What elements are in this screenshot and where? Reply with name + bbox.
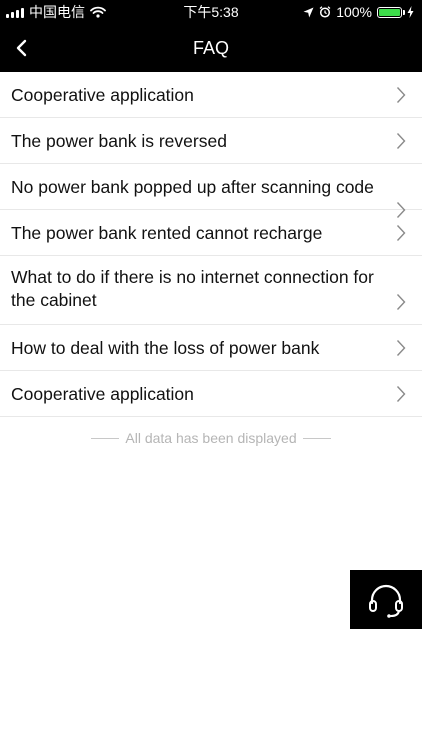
faq-item-label: No power bank popped up after scanning c… (11, 177, 374, 197)
faq-item[interactable]: No power bank popped up after scanning c… (0, 164, 422, 218)
faq-list: Cooperative application The power bank i… (0, 72, 422, 417)
faq-item-label: Cooperative application (11, 85, 194, 105)
chevron-right-icon (396, 340, 406, 356)
status-right: 100% (303, 0, 414, 24)
faq-item[interactable]: Cooperative application (0, 72, 422, 118)
faq-item[interactable]: The power bank is reversed (0, 118, 422, 164)
faq-item[interactable]: Cooperative application (0, 371, 422, 417)
faq-item-label: The power bank rented cannot recharge (11, 223, 323, 243)
headset-icon (369, 584, 403, 618)
chevron-right-icon (396, 294, 406, 310)
chevron-right-icon (396, 386, 406, 402)
divider-line (91, 437, 120, 439)
faq-item-label: The power bank is reversed (11, 131, 227, 151)
charging-bolt-icon (407, 6, 414, 18)
navigation-bar: FAQ (0, 24, 422, 72)
battery-percent: 100% (336, 4, 372, 20)
chevron-right-icon (396, 87, 406, 103)
faq-item-label: How to deal with the loss of power bank (11, 338, 320, 358)
faq-item[interactable]: How to deal with the loss of power bank (0, 325, 422, 371)
chevron-right-icon (396, 133, 406, 149)
faq-item-label: What to do if there is no internet conne… (11, 267, 374, 310)
location-arrow-icon (303, 7, 314, 17)
battery-icon (377, 6, 405, 18)
list-end-text: All data has been displayed (125, 430, 297, 446)
chevron-right-icon (396, 225, 406, 241)
divider-line (302, 437, 331, 439)
faq-item[interactable]: What to do if there is no internet conne… (0, 256, 422, 325)
customer-service-button[interactable] (350, 570, 422, 629)
faq-item[interactable]: The power bank rented cannot recharge (0, 210, 422, 256)
header-bar: 中国电信 下午5:38 100% FAQ (0, 0, 422, 72)
status-bar: 中国电信 下午5:38 100% (0, 0, 422, 24)
alarm-clock-icon (319, 6, 331, 18)
page-title: FAQ (192, 38, 229, 58)
list-end-notice: All data has been displayed (0, 428, 422, 448)
faq-item-label: Cooperative application (11, 384, 194, 404)
